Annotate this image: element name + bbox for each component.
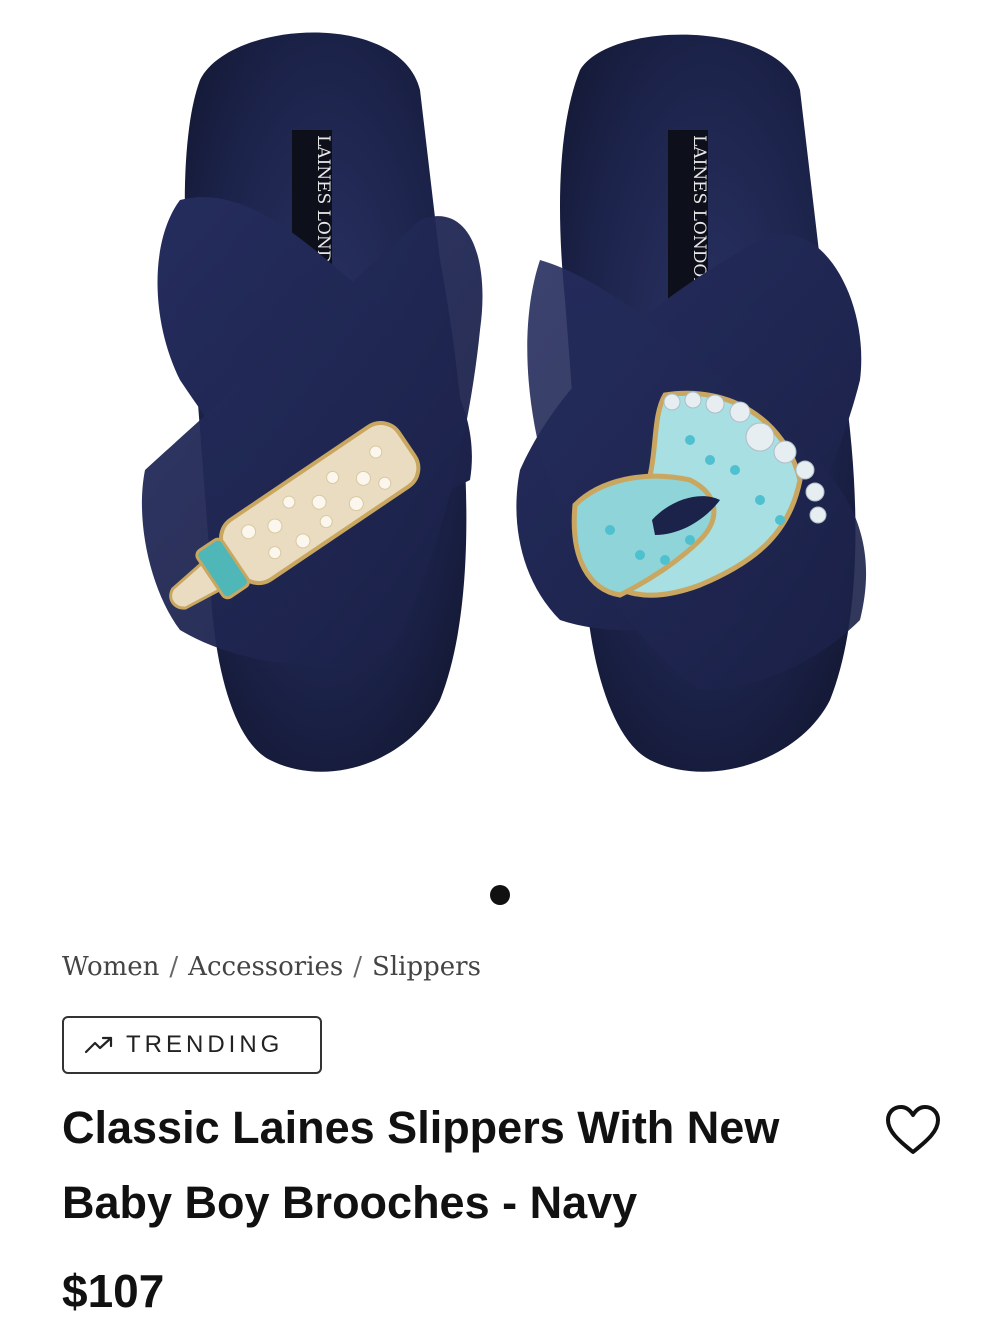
- breadcrumb-separator: /: [169, 952, 179, 982]
- trending-up-icon: [84, 1036, 113, 1054]
- breadcrumb-item-accessories[interactable]: Accessories: [188, 952, 343, 982]
- product-price: $107: [62, 1265, 165, 1317]
- carousel-dot-active[interactable]: [490, 885, 510, 905]
- right-brand-label: LAINES LONDON: [689, 135, 709, 292]
- carousel-dots: [0, 885, 1000, 905]
- product-image: LAINES LONDON LAINES LONDON: [141, 32, 867, 772]
- product-title: Classic Laines Slippers With New Baby Bo…: [62, 1102, 780, 1228]
- breadcrumb-separator: /: [353, 952, 363, 982]
- product-image-gallery[interactable]: LAINES LONDON LAINES LONDON: [0, 0, 1000, 860]
- trending-label: TRENDING: [126, 1031, 284, 1058]
- breadcrumb-item-women[interactable]: Women: [62, 952, 159, 982]
- trending-badge: TRENDING: [62, 1016, 322, 1074]
- left-slipper: LAINES LONDON: [141, 32, 483, 772]
- heart-outline-icon[interactable]: [884, 1104, 942, 1156]
- breadcrumb-item-slippers[interactable]: Slippers: [372, 952, 481, 982]
- right-slipper: LAINES LONDON: [516, 34, 867, 772]
- breadcrumb: Women / Accessories / Slippers: [62, 952, 481, 982]
